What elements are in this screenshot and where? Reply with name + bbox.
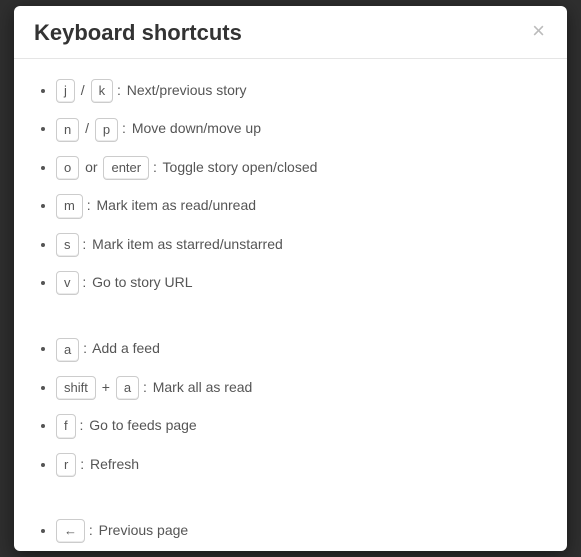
colon: : (82, 236, 88, 252)
key: a (116, 376, 139, 400)
shortcut-desc: Go to story URL (92, 274, 192, 290)
separator: or (83, 159, 99, 175)
colon: : (80, 456, 86, 472)
shortcut-row: n / p : Move down/move up (56, 113, 547, 151)
separator: + (100, 379, 112, 395)
separator: / (83, 120, 91, 136)
colon: : (83, 340, 89, 356)
key: k (91, 79, 114, 103)
shortcut-row: r : Refresh (56, 449, 547, 487)
shortcut-desc: Toggle story open/closed (163, 159, 318, 175)
shortcut-row: shift + a : Mark all as read (56, 372, 547, 410)
colon: : (143, 379, 149, 395)
shortcut-group: a : Add a feed shift + a : Mark all as r… (34, 333, 547, 487)
close-icon: × (532, 18, 545, 43)
shortcut-group: j / k : Next/previous story n / p : Move… (34, 75, 547, 305)
shortcut-desc: Go to feeds page (89, 417, 196, 433)
key: f (56, 414, 76, 438)
key: v (56, 271, 79, 295)
colon: : (89, 522, 95, 538)
modal-title: Keyboard shortcuts (34, 20, 242, 46)
colon: : (122, 120, 128, 136)
shortcut-row: ← : Previous page (56, 515, 547, 551)
colon: : (153, 159, 159, 175)
shortcut-desc: Refresh (90, 456, 139, 472)
colon: : (82, 274, 88, 290)
key: shift (56, 376, 96, 400)
key: p (95, 118, 118, 142)
shortcut-row: v : Go to story URL (56, 267, 547, 305)
shortcut-desc: Add a feed (92, 340, 160, 356)
shortcut-row: j / k : Next/previous story (56, 75, 547, 113)
shortcut-desc: Mark item as starred/unstarred (92, 236, 283, 252)
colon: : (117, 82, 123, 98)
shortcut-group: ← : Previous page → : Next page (34, 515, 547, 551)
modal-header: Keyboard shortcuts × (14, 6, 567, 59)
shortcut-desc: Mark item as read/unread (97, 197, 257, 213)
shortcut-row: o or enter : Toggle story open/closed (56, 152, 547, 190)
key: a (56, 338, 79, 362)
colon: : (87, 197, 93, 213)
separator: / (79, 82, 87, 98)
key: enter (103, 156, 149, 180)
keyboard-shortcuts-modal: Keyboard shortcuts × j / k : Next/previo… (14, 6, 567, 551)
key: ← (56, 519, 85, 543)
shortcut-desc: Previous page (99, 522, 189, 538)
shortcut-desc: Next/previous story (127, 82, 247, 98)
close-button[interactable]: × (530, 20, 547, 42)
shortcut-row: a : Add a feed (56, 333, 547, 371)
key: o (56, 156, 79, 180)
colon: : (80, 417, 86, 433)
shortcut-desc: Mark all as read (153, 379, 253, 395)
key: n (56, 118, 79, 142)
shortcut-row: f : Go to feeds page (56, 410, 547, 448)
shortcut-row: m : Mark item as read/unread (56, 190, 547, 228)
key: m (56, 194, 83, 218)
key: r (56, 453, 76, 477)
key: s (56, 233, 79, 257)
modal-body: j / k : Next/previous story n / p : Move… (14, 59, 567, 551)
key: j (56, 79, 75, 103)
shortcut-desc: Move down/move up (132, 120, 261, 136)
shortcut-row: s : Mark item as starred/unstarred (56, 229, 547, 267)
